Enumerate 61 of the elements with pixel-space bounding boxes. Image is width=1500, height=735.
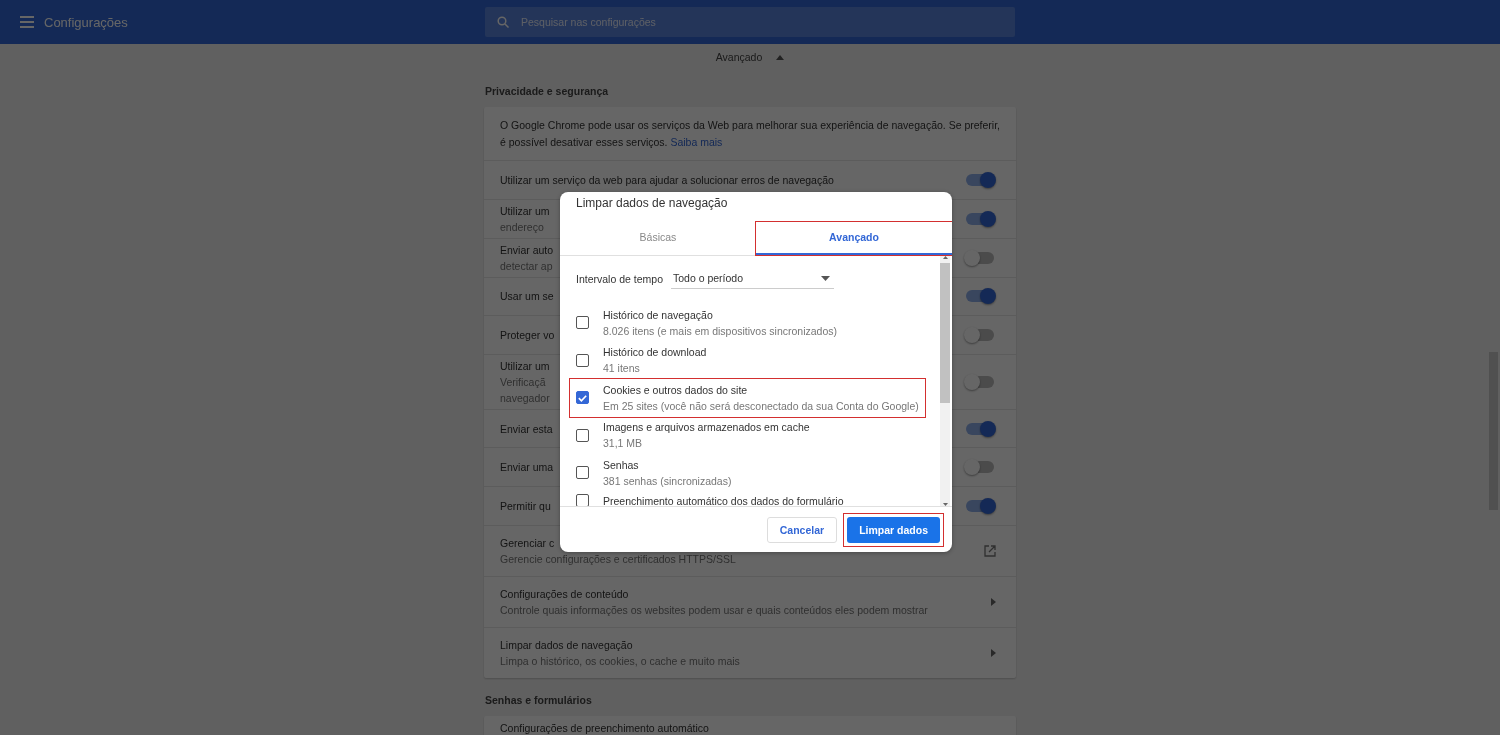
clear-data-button[interactable]: Limpar dados — [847, 516, 940, 543]
checkbox[interactable] — [576, 353, 589, 367]
toggle-switch[interactable] — [966, 212, 994, 225]
toggle-switch[interactable] — [966, 173, 994, 186]
setting-label: Configurações de preenchimento automático — [500, 720, 709, 735]
intro-text: O Google Chrome pode usar os serviços da Web para melhorar sua experiência de navegação. Se preferir, é possível desativar esses serviços. Saiba mais — [500, 118, 1000, 150]
toggle-switch[interactable] — [966, 329, 994, 341]
option-detail: Em 25 sites (você não será desconectado da sua Conta do Google) — [603, 398, 919, 413]
setting-label: Enviar uma — [500, 460, 554, 476]
option-title: Histórico de download — [603, 345, 707, 360]
toggle-switch[interactable] — [966, 499, 994, 512]
dialog-title: Limpar dados de navegação — [575, 195, 729, 212]
option-title: Imagens e arquivos armazenados em cache — [603, 420, 810, 435]
toggle-switch[interactable] — [966, 422, 994, 435]
scroll-up-arrow-icon[interactable] — [942, 256, 948, 259]
option-title: Histórico de navegação — [603, 307, 714, 322]
setting-label: Enviar esta — [500, 421, 553, 437]
advanced-toggle[interactable]: Avançado — [695, 44, 805, 70]
option-title: Senhas — [603, 457, 640, 472]
learn-more-link[interactable]: Saiba mais — [670, 136, 723, 148]
setting-label: Gerenciar c — [500, 535, 555, 551]
option-detail: 31,1 MB — [603, 436, 644, 451]
checkbox[interactable] — [576, 391, 589, 405]
toggle-switch[interactable] — [966, 290, 994, 303]
toggle-switch[interactable] — [966, 251, 994, 264]
time-range-dropdown[interactable]: Todo o período — [670, 268, 834, 289]
setting-label: Limpar dados de navegação — [500, 637, 633, 653]
option-detail: 41 itens — [603, 361, 641, 376]
option-title: Preenchimento automático dos dados do formulário — [603, 493, 844, 506]
page-title: Configurações — [44, 14, 128, 30]
section-heading: Privacidade e segurança — [484, 84, 610, 99]
checkbox[interactable] — [576, 316, 589, 330]
toggle-switch[interactable] — [966, 461, 994, 474]
option-detail: 8.026 itens (e mais em dispositivos sincronizados) — [603, 323, 838, 338]
external-link-icon[interactable] — [984, 544, 996, 557]
chevron-right-icon[interactable] — [991, 648, 996, 657]
setting-label: Utilizar um — [500, 203, 550, 219]
cancel-button[interactable]: Cancelar — [766, 516, 838, 543]
checkbox[interactable] — [576, 428, 589, 442]
tab[interactable]: Básicas — [560, 222, 756, 255]
section-heading: Senhas e formulários — [484, 692, 593, 708]
caret-icon — [776, 54, 785, 60]
checkbox[interactable] — [576, 493, 589, 506]
tab[interactable]: Avançado — [756, 222, 952, 255]
setting-label: Enviar auto — [500, 242, 554, 258]
checkbox[interactable] — [576, 466, 589, 480]
dropdown-arrow-icon — [820, 275, 830, 281]
menu-icon[interactable] — [20, 16, 34, 28]
setting-label: Utilizar um — [500, 358, 550, 374]
time-range-label: Intervalo de tempo — [576, 272, 663, 285]
toggle-switch[interactable] — [966, 375, 994, 388]
setting-label: Utilizar um serviço da web para ajudar a solucionar erros de navegação — [500, 172, 834, 188]
option-title: Cookies e outros dados do site — [603, 382, 749, 397]
setting-label: Proteger vo — [500, 328, 555, 343]
setting-label: Configurações de conteúdo — [500, 586, 629, 602]
dialog-scrollbar[interactable] — [940, 256, 950, 506]
setting-label: Usar um se — [500, 289, 554, 305]
setting-label: Permitir qu — [500, 498, 551, 514]
scroll-down-arrow-icon[interactable] — [942, 503, 948, 506]
chevron-right-icon[interactable] — [991, 597, 996, 606]
option-detail: 381 senhas (sincronizadas) — [603, 473, 732, 488]
